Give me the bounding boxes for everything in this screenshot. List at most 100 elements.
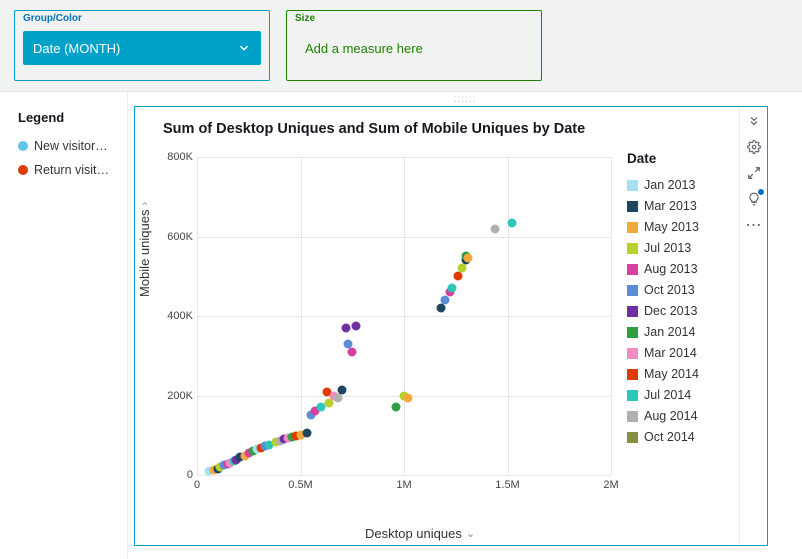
- legend-swatch: [627, 432, 638, 443]
- left-legend-panel: Legend New visitor… Return visit…: [0, 92, 128, 559]
- legend-label: Jan 2014: [644, 325, 695, 339]
- plot-area: Sum of Desktop Uniques and Sum of Mobile…: [135, 107, 621, 545]
- chart-wrap: :::::: Sum of Desktop Uniques and Sum of…: [128, 92, 802, 559]
- data-point[interactable]: [437, 304, 446, 313]
- y-tick-label: 600K: [153, 231, 193, 243]
- gridline-v: [508, 157, 509, 475]
- data-point[interactable]: [507, 218, 516, 227]
- group-color-pill[interactable]: Date (MONTH): [23, 31, 261, 65]
- data-point[interactable]: [342, 323, 351, 332]
- date-legend-item[interactable]: Aug 2014: [627, 409, 731, 423]
- date-legend-item[interactable]: Jul 2014: [627, 388, 731, 402]
- main-area: Legend New visitor…Return visit… :::::: …: [0, 92, 802, 559]
- legend-swatch: [18, 165, 28, 175]
- data-point[interactable]: [464, 254, 473, 263]
- chart-title: Sum of Desktop Uniques and Sum of Mobile…: [147, 107, 613, 139]
- legend-label: Return visit…: [34, 163, 109, 177]
- y-tick-label: 0: [153, 469, 193, 481]
- y-axis-label[interactable]: Mobile uniques ›: [137, 202, 152, 297]
- lightbulb-icon[interactable]: [746, 191, 762, 207]
- expand-down-icon[interactable]: [746, 113, 762, 129]
- legend-swatch: [18, 141, 28, 151]
- legend-swatch: [627, 285, 638, 296]
- left-legend-title: Legend: [18, 110, 117, 125]
- legend-swatch: [627, 243, 638, 254]
- legend-label: Oct 2013: [644, 283, 695, 297]
- legend-item[interactable]: New visitor…: [18, 139, 117, 153]
- group-color-label: Group/Color: [23, 13, 82, 24]
- legend-label: May 2013: [644, 220, 699, 234]
- date-legend-item[interactable]: Oct 2013: [627, 283, 731, 297]
- gridline-v: [301, 157, 302, 475]
- legend-item[interactable]: Return visit…: [18, 163, 117, 177]
- maximize-icon[interactable]: [746, 165, 762, 181]
- chevron-right-icon: ›: [139, 202, 151, 206]
- y-tick-label: 400K: [153, 310, 193, 322]
- date-legend-title: Date: [627, 151, 731, 166]
- legend-swatch: [627, 201, 638, 212]
- x-tick-label: 2M: [603, 479, 618, 491]
- legend-label: Jan 2013: [644, 178, 695, 192]
- data-point[interactable]: [348, 347, 357, 356]
- size-label: Size: [295, 13, 315, 24]
- scatter-plot[interactable]: 0200K400K600K800K00.5M1M1.5M2M: [197, 157, 611, 475]
- date-legend-item[interactable]: Jan 2013: [627, 178, 731, 192]
- legend-label: New visitor…: [34, 139, 108, 153]
- notification-dot: [758, 189, 764, 195]
- gridline-v: [404, 157, 405, 475]
- field-wells-bar: Group/Color Date (MONTH) Size Add a meas…: [0, 0, 802, 92]
- legend-swatch: [627, 390, 638, 401]
- data-point[interactable]: [447, 284, 456, 293]
- data-point[interactable]: [325, 399, 334, 408]
- legend-swatch: [627, 306, 638, 317]
- visual-toolbar: ⋯: [739, 107, 767, 545]
- data-point[interactable]: [491, 224, 500, 233]
- size-well[interactable]: Size Add a measure here: [286, 10, 542, 81]
- x-tick-label: 0: [194, 479, 200, 491]
- x-tick-label: 0.5M: [288, 479, 312, 491]
- size-placeholder[interactable]: Add a measure here: [295, 31, 533, 65]
- data-point[interactable]: [333, 393, 342, 402]
- date-legend-item[interactable]: Oct 2014: [627, 430, 731, 444]
- gear-icon[interactable]: [746, 139, 762, 155]
- legend-label: Dec 2013: [644, 304, 698, 318]
- data-point[interactable]: [302, 429, 311, 438]
- more-icon[interactable]: ⋯: [746, 217, 762, 233]
- legend-label: Mar 2014: [644, 346, 697, 360]
- date-legend-item[interactable]: Mar 2013: [627, 199, 731, 213]
- legend-label: Jul 2013: [644, 241, 691, 255]
- legend-label: May 2014: [644, 367, 699, 381]
- date-legend-item[interactable]: Jan 2014: [627, 325, 731, 339]
- drag-handle-icon[interactable]: ::::::: [454, 94, 477, 105]
- date-legend-item[interactable]: May 2013: [627, 220, 731, 234]
- data-point[interactable]: [352, 321, 361, 330]
- gridline-v: [197, 157, 198, 475]
- legend-swatch: [627, 180, 638, 191]
- group-color-value: Date (MONTH): [33, 41, 120, 56]
- y-tick-label: 200K: [153, 390, 193, 402]
- legend-label: Jul 2014: [644, 388, 691, 402]
- date-legend-item[interactable]: Dec 2013: [627, 304, 731, 318]
- data-point[interactable]: [404, 393, 413, 402]
- legend-label: Mar 2013: [644, 199, 697, 213]
- date-legend-item[interactable]: Jul 2013: [627, 241, 731, 255]
- date-legend-item[interactable]: Mar 2014: [627, 346, 731, 360]
- x-tick-label: 1M: [396, 479, 411, 491]
- data-point[interactable]: [337, 385, 346, 394]
- legend-swatch: [627, 348, 638, 359]
- legend-swatch: [627, 327, 638, 338]
- data-point[interactable]: [441, 296, 450, 305]
- legend-swatch: [627, 264, 638, 275]
- gridline-v: [611, 157, 612, 475]
- date-legend-item[interactable]: Aug 2013: [627, 262, 731, 276]
- legend-swatch: [627, 222, 638, 233]
- data-point[interactable]: [391, 403, 400, 412]
- legend-label: Aug 2014: [644, 409, 698, 423]
- date-legend-item[interactable]: May 2014: [627, 367, 731, 381]
- legend-swatch: [627, 369, 638, 380]
- data-point[interactable]: [453, 272, 462, 281]
- data-point[interactable]: [457, 264, 466, 273]
- x-axis-label[interactable]: Desktop uniques ⌄: [365, 526, 475, 541]
- group-color-well[interactable]: Group/Color Date (MONTH): [14, 10, 270, 81]
- legend-label: Aug 2013: [644, 262, 698, 276]
